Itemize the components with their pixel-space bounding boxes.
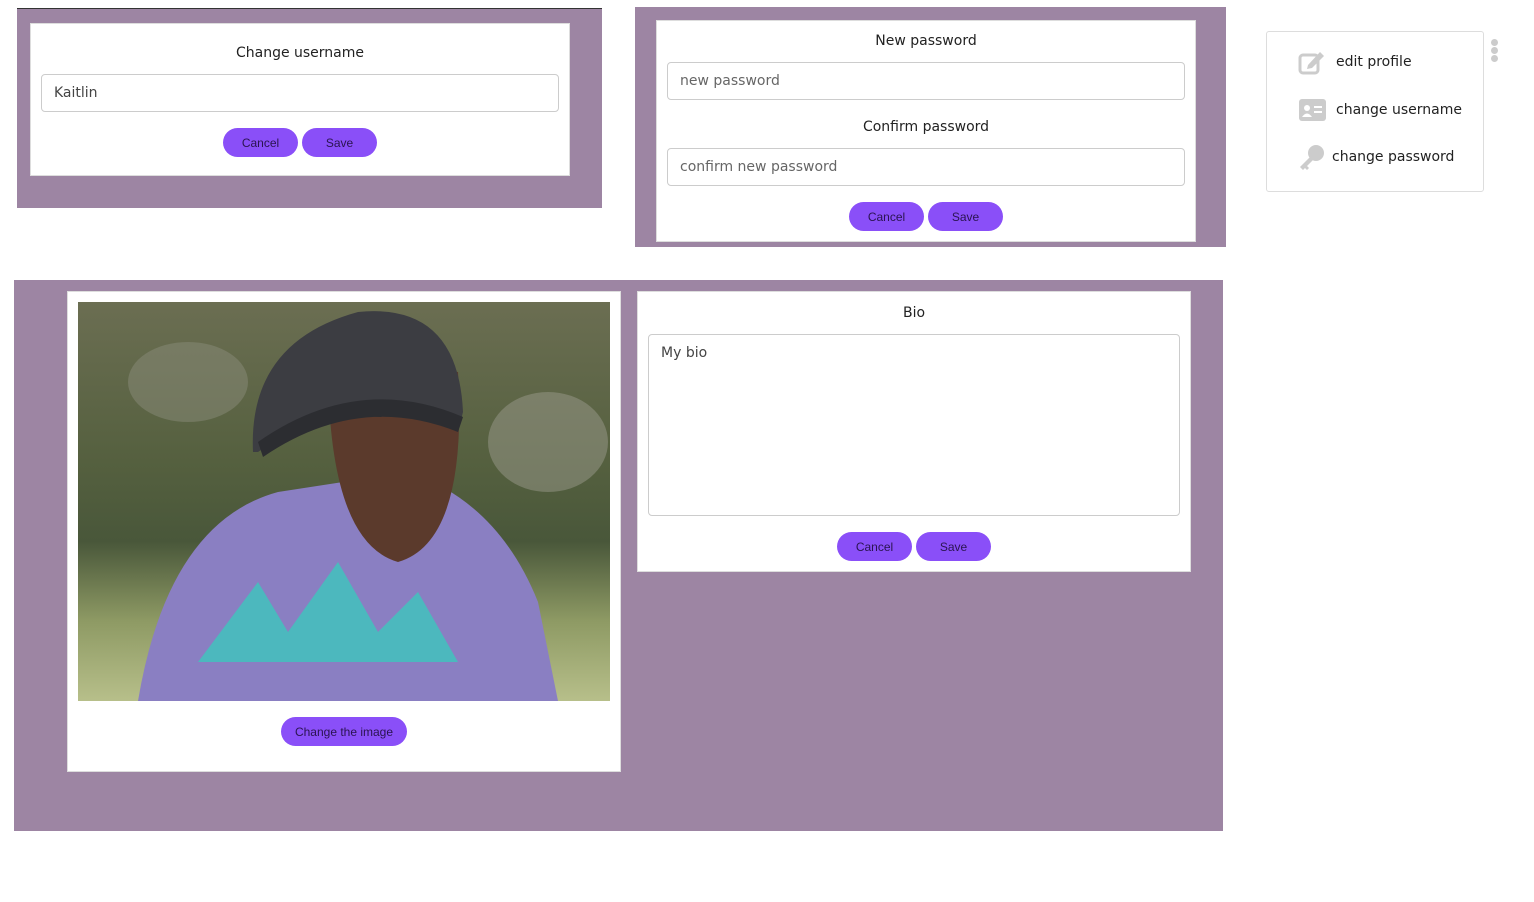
- confirm-password-label: Confirm password: [862, 119, 990, 135]
- username-input[interactable]: Kaitlin: [41, 74, 559, 112]
- username-title: Change username: [235, 45, 365, 61]
- kebab-menu-icon[interactable]: [1491, 39, 1499, 63]
- new-password-input[interactable]: new password: [667, 62, 1185, 100]
- cancel-button[interactable]: Cancel: [223, 128, 298, 157]
- image-card: Change the image: [67, 291, 621, 772]
- profile-photo: [78, 302, 610, 701]
- profile-menu: edit profile change username change pass…: [1266, 31, 1484, 192]
- menu-item-edit-profile[interactable]: edit profile: [1298, 49, 1412, 75]
- change-image-button[interactable]: Change the image: [281, 717, 407, 746]
- menu-item-label: change password: [1332, 149, 1455, 165]
- menu-item-change-username[interactable]: change username: [1298, 97, 1462, 123]
- confirm-password-input[interactable]: confirm new password: [667, 148, 1185, 186]
- cancel-button[interactable]: Cancel: [837, 532, 912, 561]
- menu-item-label: change username: [1336, 102, 1462, 118]
- edit-icon: [1298, 52, 1324, 75]
- save-button[interactable]: Save: [302, 128, 377, 157]
- save-button[interactable]: Save: [916, 532, 991, 561]
- new-password-label: New password: [875, 33, 977, 49]
- username-card: Change username Kaitlin Cancel Save: [30, 23, 570, 176]
- menu-item-change-password[interactable]: change password: [1298, 144, 1454, 170]
- bio-textarea[interactable]: My bio: [648, 334, 1180, 516]
- bio-card: Bio My bio Cancel Save: [637, 291, 1191, 572]
- key-icon: [1300, 145, 1324, 170]
- menu-item-label: edit profile: [1336, 54, 1412, 70]
- bio-title: Bio: [902, 305, 926, 321]
- cancel-button[interactable]: Cancel: [849, 202, 924, 231]
- id-card-icon: [1299, 99, 1326, 121]
- save-button[interactable]: Save: [928, 202, 1003, 231]
- password-card: New password new password Confirm passwo…: [656, 20, 1196, 242]
